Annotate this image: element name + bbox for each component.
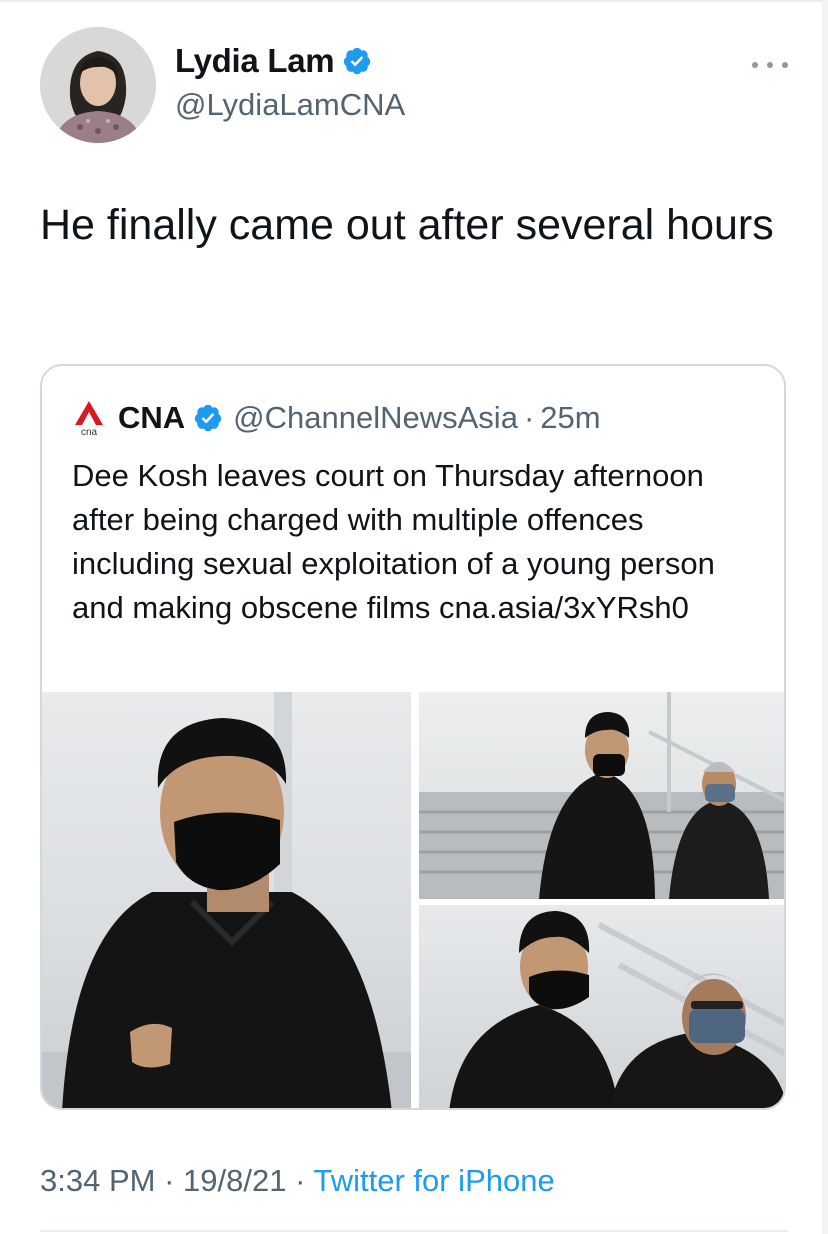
separator-dot: ·: [523, 400, 535, 435]
quoted-author-handle[interactable]: @ChannelNewsAsia: [233, 400, 518, 436]
media-photo-2[interactable]: [419, 692, 784, 899]
tweet-timestamp: 3:34 PM · 19/8/21 · Twitter for iPhone: [40, 1163, 555, 1199]
quoted-tweet-time[interactable]: 25m: [540, 400, 600, 436]
svg-text:cna: cna: [81, 427, 98, 437]
author-name-row[interactable]: Lydia Lam: [175, 42, 372, 80]
photo-two-men-close-up-icon: [449, 911, 784, 1108]
dot: [782, 62, 788, 68]
tweet-source-link[interactable]: Twitter for iPhone: [313, 1163, 554, 1198]
photo-man-in-mask-icon: [42, 692, 411, 1108]
quoted-tweet-text: Dee Kosh leaves court on Thursday aftern…: [72, 458, 715, 625]
avatar-photo-icon: [40, 27, 156, 143]
cna-logo-icon: cna: [75, 401, 103, 437]
separator-dot: ·: [295, 1163, 306, 1198]
tweet-date[interactable]: 19/8/21: [183, 1163, 286, 1198]
verified-badge-icon: [344, 47, 371, 75]
photo-two-men-walking-icon: [419, 692, 784, 899]
author-display-name[interactable]: Lydia Lam: [175, 42, 335, 80]
author-handle[interactable]: @LydiaLamCNA: [175, 87, 405, 123]
separator-dot: ·: [164, 1163, 175, 1198]
quoted-tweet-header: cna CNA @ChannelNewsAsia · 25m: [72, 396, 601, 440]
bottom-divider: [40, 1230, 788, 1232]
tweet-text: He finally came out after several hours: [40, 201, 774, 249]
dot: [767, 62, 773, 68]
scroll-edge: [822, 0, 828, 1234]
quoted-author-name[interactable]: CNA: [118, 400, 185, 436]
quoted-tweet-media-grid: [42, 692, 784, 1108]
more-options-icon[interactable]: [752, 55, 788, 75]
top-divider: [0, 0, 828, 2]
verified-badge-icon: [195, 404, 222, 432]
avatar[interactable]: [40, 27, 156, 143]
quoted-tweet-card[interactable]: cna CNA @ChannelNewsAsia · 25m Dee Kosh …: [40, 364, 786, 1110]
media-photo-1[interactable]: [42, 692, 411, 1108]
tweet-time[interactable]: 3:34 PM: [40, 1163, 155, 1198]
dot: [752, 62, 758, 68]
media-photo-3[interactable]: [419, 905, 784, 1108]
